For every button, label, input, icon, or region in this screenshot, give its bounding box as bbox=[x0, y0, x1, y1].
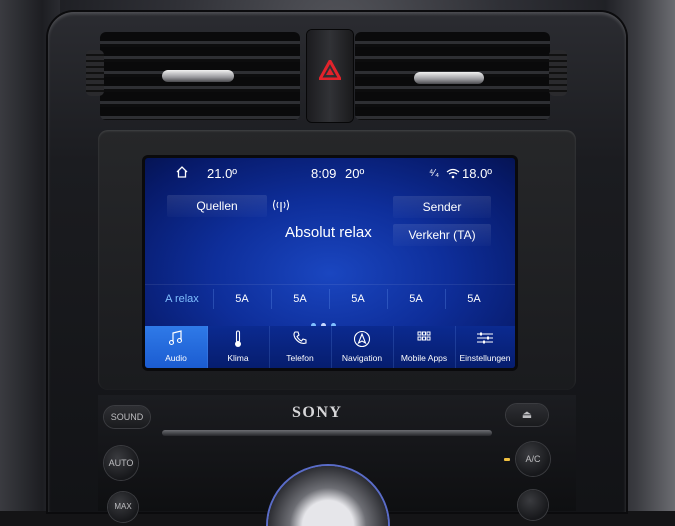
ac-button[interactable]: A/C bbox=[516, 442, 550, 476]
nav-climate-label: Klima bbox=[227, 353, 249, 363]
sound-button[interactable]: SOUND bbox=[104, 406, 150, 428]
rear-defrost-button[interactable] bbox=[518, 490, 548, 520]
preset-3[interactable]: 5A bbox=[271, 293, 329, 305]
preset-2[interactable]: 5A bbox=[213, 293, 271, 305]
nav-audio[interactable]: Audio bbox=[145, 326, 208, 368]
preset-5[interactable]: 5A bbox=[387, 293, 445, 305]
traffic-announcement-button[interactable]: Verkehr (TA) bbox=[393, 224, 491, 246]
ac-indicator-light bbox=[504, 458, 510, 461]
max-label: MAX bbox=[114, 502, 132, 511]
brand-logo: SONY bbox=[292, 404, 343, 421]
preset-4[interactable]: 5A bbox=[329, 293, 387, 305]
auto-climate-button[interactable]: AUTO bbox=[104, 446, 138, 480]
nav-phone[interactable]: Telefon bbox=[269, 326, 332, 368]
nav-audio-label: Audio bbox=[165, 353, 187, 363]
nav-settings[interactable]: Einstellungen bbox=[455, 326, 515, 368]
ac-label: A/C bbox=[525, 454, 541, 464]
thermometer-icon bbox=[232, 330, 244, 353]
max-defrost-button[interactable]: MAX bbox=[108, 492, 138, 522]
clock: 8:09 bbox=[311, 166, 337, 181]
status-bar: 21.0º 8:09 20º ⁴⁄₄ 18.0º bbox=[145, 162, 515, 184]
bottom-navigation: Audio Klima Telefon Navigation Mobile Ap… bbox=[145, 326, 515, 368]
left-vent-knob[interactable] bbox=[162, 70, 234, 82]
preset-bar: A relax 5A 5A 5A 5A 5A bbox=[145, 284, 515, 313]
navigation-icon bbox=[353, 330, 371, 353]
home-icon[interactable] bbox=[175, 165, 189, 182]
infotainment-screen: 21.0º 8:09 20º ⁴⁄₄ 18.0º Quellen Sender … bbox=[145, 158, 515, 368]
wifi-icon bbox=[446, 167, 460, 182]
nav-settings-label: Einstellungen bbox=[459, 353, 511, 363]
cd-slot bbox=[162, 430, 492, 436]
preset-1[interactable]: A relax bbox=[153, 293, 211, 305]
hazard-button[interactable] bbox=[307, 30, 353, 122]
sender-button[interactable]: Sender bbox=[393, 196, 491, 218]
settings-sliders-icon bbox=[476, 330, 494, 351]
apps-grid-icon bbox=[416, 330, 432, 351]
nav-navigation-label: Navigation bbox=[341, 353, 383, 363]
preset-6[interactable]: 5A bbox=[445, 293, 503, 305]
hazard-icon bbox=[319, 60, 341, 80]
nav-climate[interactable]: Klima bbox=[207, 326, 270, 368]
left-vent-dial[interactable] bbox=[86, 50, 104, 96]
station-name: Absolut relax bbox=[285, 224, 372, 241]
nav-mobile-apps[interactable]: Mobile Apps bbox=[393, 326, 456, 368]
music-note-icon bbox=[168, 330, 184, 351]
auto-label: AUTO bbox=[108, 458, 134, 468]
passenger-temperature[interactable]: 18.0º bbox=[462, 166, 492, 181]
nav-phone-label: Telefon bbox=[286, 353, 314, 363]
driver-temperature[interactable]: 21.0º bbox=[207, 166, 237, 181]
right-vent-dial[interactable] bbox=[549, 50, 567, 96]
right-vent-knob[interactable] bbox=[414, 72, 484, 84]
phone-icon bbox=[292, 330, 308, 351]
sources-button[interactable]: Quellen bbox=[167, 195, 267, 217]
signal-icon bbox=[273, 199, 289, 218]
eject-button[interactable]: ⏏ bbox=[506, 404, 548, 426]
network-indicator: ⁴⁄₄ bbox=[429, 168, 440, 179]
nav-mobile-apps-label: Mobile Apps bbox=[400, 353, 448, 363]
outside-temperature: 20º bbox=[345, 166, 365, 181]
nav-navigation[interactable]: Navigation bbox=[331, 326, 394, 368]
